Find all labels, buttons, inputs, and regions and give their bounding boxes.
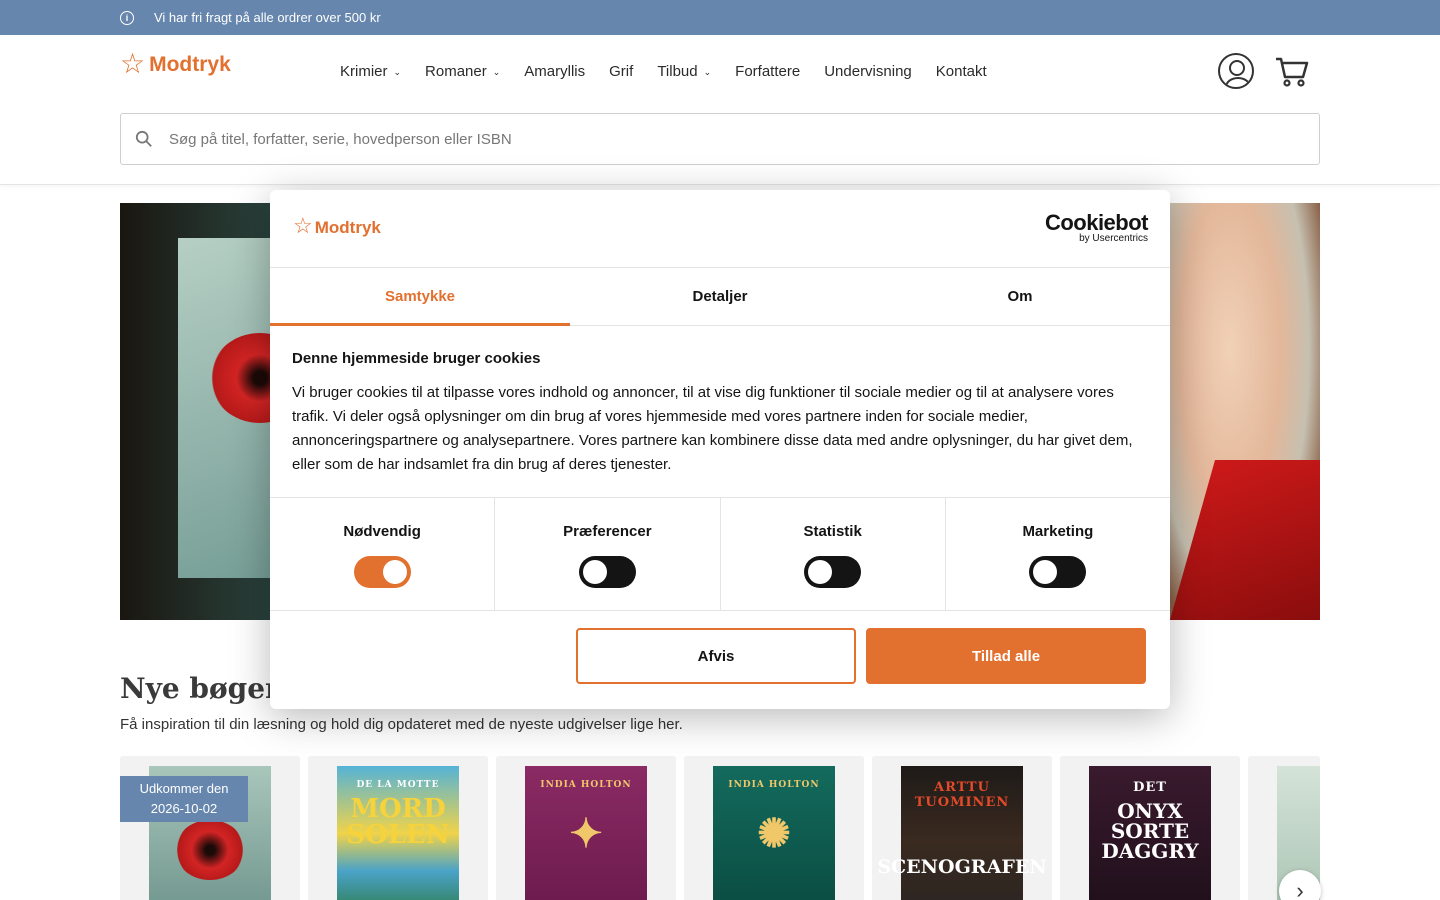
tab-om[interactable]: Om: [870, 268, 1170, 325]
site-header: ☆ Modtryk Krimier ⌄ Romaner ⌄ Amaryllis Gr…: [0, 35, 1440, 185]
phoenix-icon: ✦: [569, 810, 603, 857]
nav-label: Undervisning: [824, 63, 912, 80]
category-statistics: Statistik: [721, 498, 946, 610]
dialog-logo: ☆ Modtryk: [293, 213, 381, 239]
nav-label: Krimier: [340, 63, 388, 80]
book-author: INDIA HOLTON: [540, 780, 632, 790]
shopping-cart-icon[interactable]: [1274, 53, 1310, 89]
dialog-tabs: Samtykke Detaljer Om: [270, 268, 1170, 326]
site-logo[interactable]: ☆ Modtryk: [120, 50, 231, 78]
chevron-right-icon: ›: [1296, 878, 1304, 900]
release-badge-date: 2026-10-02: [150, 801, 218, 816]
search-input[interactable]: [169, 130, 1269, 148]
cookie-consent-dialog: ☆ Modtryk Cookiebot by Usercentrics Samt…: [270, 190, 1170, 709]
dialog-header: ☆ Modtryk Cookiebot by Usercentrics: [270, 190, 1170, 268]
category-marketing: Marketing: [946, 498, 1170, 610]
book-card[interactable]: DE LA MOTTE MORD SOLEN: [308, 756, 488, 900]
cookiebot-logo[interactable]: Cookiebot by Usercentrics: [1045, 210, 1149, 244]
nav-label: Tilbud: [657, 63, 698, 80]
book-card[interactable]: ARTTU TUOMINEN SCENOGRAFEN: [872, 756, 1052, 900]
info-icon: i: [120, 10, 134, 25]
nav-item-kontakt[interactable]: Kontakt: [936, 63, 987, 80]
dialog-text: Vi bruger cookies til at tilpasse vores …: [292, 384, 1133, 473]
book-title-prefix: DET: [1133, 780, 1167, 795]
user-account-icon[interactable]: [1218, 53, 1254, 89]
preferences-toggle[interactable]: [578, 556, 636, 588]
chevron-down-icon: ⌄: [393, 67, 402, 77]
search-bar[interactable]: [120, 113, 1320, 165]
dialog-heading: Denne hjemmeside bruger cookies: [292, 350, 541, 367]
nav-item-forfattere[interactable]: Forfattere: [735, 63, 800, 80]
chevron-down-icon: ⌄: [492, 67, 501, 77]
book-title: MORD SOLEN: [346, 794, 450, 850]
book-title: ONYX SORTE DAGGRY: [1101, 799, 1199, 863]
dialog-actions: Afvis Tillad alle: [576, 628, 1146, 684]
category-label: Nødvendig: [343, 523, 421, 540]
book-carousel: Udkommer den 2026-10-02 DE LA MOTTE MORD…: [120, 756, 1320, 900]
tab-samtykke[interactable]: Samtykke: [270, 268, 570, 326]
header-icons: [1218, 53, 1310, 89]
book-card[interactable]: DET ONYX SORTE DAGGRY: [1060, 756, 1240, 900]
book-cover-image: DE LA MOTTE MORD SOLEN: [337, 766, 459, 900]
category-label: Marketing: [1022, 523, 1094, 540]
book-card[interactable]: Udkommer den 2026-10-02: [120, 756, 300, 900]
nav-item-undervisning[interactable]: Undervisning: [824, 63, 912, 80]
decline-button[interactable]: Afvis: [576, 628, 856, 684]
book-author: ARTTU TUOMINEN: [914, 780, 1010, 810]
book-author: INDIA HOLTON: [728, 780, 820, 790]
book-card[interactable]: INDIA HOLTON ✦: [496, 756, 676, 900]
statistics-toggle[interactable]: [804, 556, 862, 588]
logo-text: Modtryk: [149, 53, 231, 76]
dialog-body: Denne hjemmeside bruger cookies Vi bruge…: [270, 326, 1170, 498]
section-subtitle: Få inspiration til din læsning og hold d…: [120, 716, 683, 733]
star-logo-icon: ☆: [293, 213, 313, 238]
necessary-toggle[interactable]: [353, 556, 411, 588]
accept-all-button[interactable]: Tillad alle: [866, 628, 1146, 684]
consent-categories: Nødvendig Præferencer Statistik Marketin…: [270, 498, 1170, 611]
section-title: Nye bøger: [120, 672, 280, 705]
category-preferences: Præferencer: [495, 498, 721, 610]
compass-icon: ✺: [757, 810, 791, 857]
flower-image: [175, 820, 245, 880]
book-card[interactable]: INDIA HOLTON ✺: [684, 756, 864, 900]
release-badge-label: Udkommer den: [139, 781, 229, 796]
nav-label: Kontakt: [935, 63, 987, 80]
nav-label: Romaner: [425, 63, 487, 80]
nav-item-amaryllis[interactable]: Amaryllis: [524, 63, 585, 80]
tab-detaljer[interactable]: Detaljer: [570, 268, 870, 325]
book-title: SCENOGRAFEN: [877, 856, 1047, 878]
book-cover-image: INDIA HOLTON ✦: [525, 766, 647, 900]
book-author: DE LA MOTTE: [356, 780, 440, 790]
nav-item-krimier[interactable]: Krimier ⌄: [340, 63, 401, 80]
main-nav: Krimier ⌄ Romaner ⌄ Amaryllis Grif Tilbud ⌄…: [340, 63, 987, 80]
star-logo-icon: ☆: [120, 48, 146, 79]
nav-label: Amaryllis: [524, 63, 586, 80]
book-cover-image: INDIA HOLTON ✺: [713, 766, 835, 900]
category-label: Statistik: [803, 523, 862, 540]
nav-label: Forfattere: [735, 63, 801, 80]
book-cover-image: ARTTU TUOMINEN SCENOGRAFEN: [877, 766, 1047, 900]
dialog-logo-text: Modtryk: [314, 218, 381, 237]
marketing-toggle[interactable]: [1029, 556, 1087, 588]
announcement-text: Vi har fri fragt på alle ordrer over 500…: [154, 10, 381, 25]
announcement-bar: i Vi har fri fragt på alle ordrer over 5…: [0, 0, 1440, 35]
release-badge: Udkommer den 2026-10-02: [120, 776, 248, 822]
category-necessary: Nødvendig: [270, 498, 496, 610]
nav-item-romaner[interactable]: Romaner ⌄: [425, 63, 500, 80]
nav-item-tilbud[interactable]: Tilbud ⌄: [657, 63, 711, 80]
nav-label: Grif: [609, 63, 634, 80]
chevron-down-icon: ⌄: [703, 67, 712, 77]
category-label: Præferencer: [563, 523, 652, 540]
nav-item-grif[interactable]: Grif: [609, 63, 633, 80]
search-icon: [135, 130, 152, 147]
book-cover-image: DET ONYX SORTE DAGGRY: [1089, 766, 1211, 900]
